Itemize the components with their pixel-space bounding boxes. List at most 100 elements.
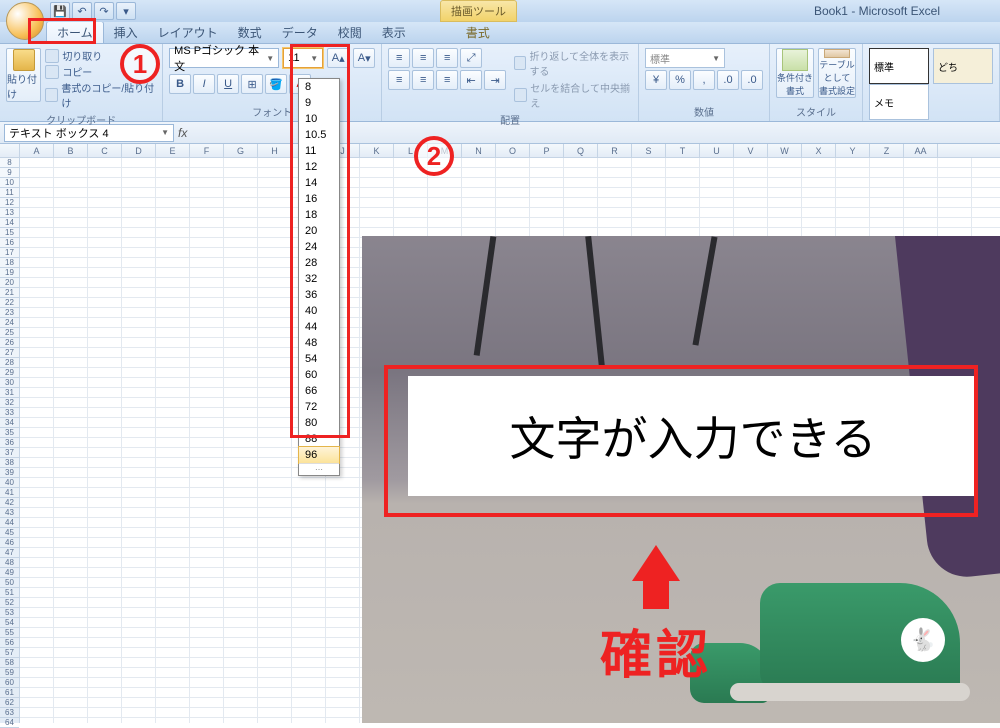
orientation-button[interactable]: ⤢ [460, 48, 482, 68]
font-size-option[interactable]: 18 [299, 207, 339, 223]
dropdown-resize-handle[interactable]: ⋯ [299, 463, 339, 475]
select-all-corner[interactable] [0, 144, 20, 157]
align-middle-button[interactable]: ≡ [412, 48, 434, 68]
row-header[interactable]: 60 [0, 678, 19, 688]
font-size-option[interactable]: 60 [299, 367, 339, 383]
cell-style-neutral[interactable]: どち [933, 48, 993, 84]
font-size-option[interactable]: 14 [299, 175, 339, 191]
column-header[interactable]: N [462, 144, 496, 157]
font-size-option[interactable]: 48 [299, 335, 339, 351]
shrink-font-button[interactable]: A▾ [353, 48, 375, 68]
font-name-select[interactable]: MS Pゴシック 本文▼ [169, 48, 279, 68]
row-header[interactable]: 28 [0, 358, 19, 368]
border-button[interactable]: ⊞ [241, 74, 263, 94]
row-header[interactable]: 38 [0, 458, 19, 468]
row-header[interactable]: 51 [0, 588, 19, 598]
redo-icon[interactable]: ↷ [94, 2, 114, 20]
column-header[interactable]: B [54, 144, 88, 157]
indent-inc-button[interactable]: ⇥ [484, 70, 506, 90]
row-header[interactable]: 25 [0, 328, 19, 338]
font-size-option[interactable]: 10 [299, 111, 339, 127]
format-painter-button[interactable]: 書式のコピー/貼り付け [45, 80, 156, 110]
row-header[interactable]: 19 [0, 268, 19, 278]
row-header[interactable]: 37 [0, 448, 19, 458]
font-size-option[interactable]: 96 [298, 446, 340, 464]
number-format-select[interactable]: 標準▼ [645, 48, 725, 68]
row-header[interactable]: 44 [0, 518, 19, 528]
row-header[interactable]: 47 [0, 548, 19, 558]
row-header[interactable]: 57 [0, 648, 19, 658]
font-size-option[interactable]: 40 [299, 303, 339, 319]
row-header[interactable]: 13 [0, 208, 19, 218]
row-header[interactable]: 31 [0, 388, 19, 398]
paste-button[interactable]: 貼り付け [6, 48, 41, 102]
font-size-option[interactable]: 9 [299, 95, 339, 111]
font-size-option[interactable]: 28 [299, 255, 339, 271]
tab-formula[interactable]: 数式 [228, 22, 272, 43]
row-header[interactable]: 8 [0, 158, 19, 168]
row-header[interactable]: 61 [0, 688, 19, 698]
worksheet-grid[interactable]: 8910111213141516171819202122232425262728… [0, 158, 1000, 723]
indent-dec-button[interactable]: ⇤ [460, 70, 482, 90]
conditional-format-button[interactable]: 条件付き 書式 [776, 48, 814, 98]
row-header[interactable]: 43 [0, 508, 19, 518]
row-header[interactable]: 30 [0, 378, 19, 388]
row-header[interactable]: 40 [0, 478, 19, 488]
align-bottom-button[interactable]: ≡ [436, 48, 458, 68]
font-size-option[interactable]: 8 [299, 79, 339, 95]
row-header[interactable]: 14 [0, 218, 19, 228]
row-header[interactable]: 18 [0, 258, 19, 268]
bold-button[interactable]: B [169, 74, 191, 94]
column-header[interactable]: X [802, 144, 836, 157]
underline-button[interactable]: U [217, 74, 239, 94]
column-header[interactable]: F [190, 144, 224, 157]
font-size-option[interactable]: 66 [299, 383, 339, 399]
tab-format[interactable]: 書式 [456, 22, 500, 43]
inc-decimal-button[interactable]: .0 [717, 70, 739, 90]
tab-insert[interactable]: 挿入 [104, 22, 148, 43]
cell-style-memo[interactable]: メモ [869, 84, 929, 120]
row-header[interactable]: 29 [0, 368, 19, 378]
row-header[interactable]: 36 [0, 438, 19, 448]
undo-icon[interactable]: ↶ [72, 2, 92, 20]
row-header[interactable]: 62 [0, 698, 19, 708]
column-header[interactable]: P [530, 144, 564, 157]
text-box[interactable]: 文字が入力できる [408, 376, 978, 496]
row-header[interactable]: 55 [0, 628, 19, 638]
row-header[interactable]: 56 [0, 638, 19, 648]
row-header[interactable]: 26 [0, 338, 19, 348]
font-size-option[interactable]: 72 [299, 399, 339, 415]
row-header[interactable]: 54 [0, 618, 19, 628]
row-header[interactable]: 46 [0, 538, 19, 548]
row-header[interactable]: 20 [0, 278, 19, 288]
row-header[interactable]: 41 [0, 488, 19, 498]
save-icon[interactable]: 💾 [50, 2, 70, 20]
font-size-option[interactable]: 80 [299, 415, 339, 431]
fx-label[interactable]: fx [178, 126, 187, 140]
align-right-button[interactable]: ≡ [436, 70, 458, 90]
row-header[interactable]: 48 [0, 558, 19, 568]
wrap-text-button[interactable]: 折り返して全体を表示する [514, 48, 632, 78]
column-header[interactable]: Q [564, 144, 598, 157]
align-center-button[interactable]: ≡ [412, 70, 434, 90]
column-header[interactable]: Z [870, 144, 904, 157]
font-size-select[interactable]: 11▼ [283, 48, 323, 68]
tab-view[interactable]: 表示 [372, 22, 416, 43]
column-header[interactable]: U [700, 144, 734, 157]
row-header[interactable]: 15 [0, 228, 19, 238]
column-header[interactable]: AA [904, 144, 938, 157]
row-header[interactable]: 33 [0, 408, 19, 418]
align-top-button[interactable]: ≡ [388, 48, 410, 68]
font-size-option[interactable]: 11 [299, 143, 339, 159]
font-size-option[interactable]: 10.5 [299, 127, 339, 143]
font-size-option[interactable]: 12 [299, 159, 339, 175]
font-size-option[interactable]: 32 [299, 271, 339, 287]
column-header[interactable]: T [666, 144, 700, 157]
currency-button[interactable]: ¥ [645, 70, 667, 90]
row-header[interactable]: 63 [0, 708, 19, 718]
row-header[interactable]: 35 [0, 428, 19, 438]
font-size-option[interactable]: 36 [299, 287, 339, 303]
font-size-option[interactable]: 54 [299, 351, 339, 367]
row-header[interactable]: 52 [0, 598, 19, 608]
office-button[interactable] [6, 2, 44, 40]
